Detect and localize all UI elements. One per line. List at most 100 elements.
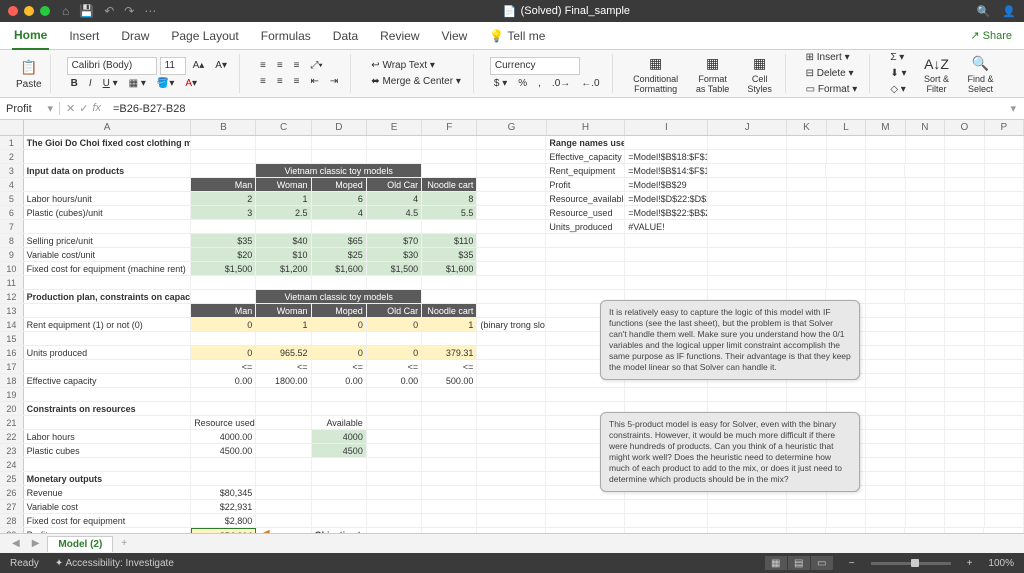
column-header[interactable]: N: [906, 120, 945, 135]
cell[interactable]: [906, 178, 946, 191]
cell[interactable]: [985, 206, 1024, 219]
cell[interactable]: [866, 192, 906, 205]
decrease-decimal-icon[interactable]: ←.0: [577, 76, 603, 91]
cell[interactable]: [625, 514, 708, 527]
cell[interactable]: [191, 290, 256, 303]
cell[interactable]: [985, 388, 1024, 401]
row-header[interactable]: 15: [0, 332, 24, 345]
cell[interactable]: [367, 332, 422, 345]
column-header[interactable]: L: [827, 120, 866, 135]
border-icon[interactable]: ▦ ▾: [125, 76, 150, 91]
cell[interactable]: $1,500: [191, 262, 256, 275]
cell[interactable]: [546, 514, 625, 527]
cell[interactable]: [945, 262, 985, 275]
cell[interactable]: [24, 304, 192, 317]
cell[interactable]: Resource used: [191, 416, 256, 429]
cell[interactable]: [708, 150, 787, 163]
cell[interactable]: [477, 430, 546, 443]
cell[interactable]: [477, 164, 546, 177]
cell[interactable]: [945, 304, 985, 317]
cell[interactable]: [422, 472, 477, 485]
clear-icon[interactable]: ◇ ▾: [886, 82, 910, 97]
cell[interactable]: [367, 136, 422, 149]
cell[interactable]: [708, 164, 787, 177]
row-header[interactable]: 23: [0, 444, 24, 457]
cell[interactable]: [256, 416, 311, 429]
format-as-table-icon[interactable]: ▦: [703, 54, 723, 74]
cell[interactable]: [708, 192, 787, 205]
cell[interactable]: [422, 528, 477, 533]
cell[interactable]: [708, 276, 787, 289]
cell[interactable]: [477, 304, 546, 317]
cell[interactable]: [477, 136, 546, 149]
column-header[interactable]: B: [191, 120, 256, 135]
cell[interactable]: [827, 514, 867, 527]
cell[interactable]: [191, 220, 256, 233]
cell[interactable]: [708, 206, 787, 219]
cell[interactable]: 5.5: [422, 206, 477, 219]
cell[interactable]: [906, 276, 946, 289]
cell[interactable]: [866, 304, 906, 317]
cell[interactable]: [422, 486, 477, 499]
row-header[interactable]: 11: [0, 276, 24, 289]
column-header[interactable]: O: [945, 120, 984, 135]
cell[interactable]: Effective_capacity: [546, 150, 625, 163]
cell[interactable]: Selling price/unit: [24, 234, 192, 247]
cell[interactable]: [906, 514, 946, 527]
cell[interactable]: [945, 360, 985, 373]
cell[interactable]: [985, 304, 1024, 317]
row-header[interactable]: 9: [0, 248, 24, 261]
cell[interactable]: [866, 486, 906, 499]
cell[interactable]: [256, 458, 311, 471]
zoom-level[interactable]: 100%: [988, 558, 1014, 569]
cell[interactable]: [827, 178, 867, 191]
column-headers[interactable]: ABCDEFGHIJKLMNOP: [0, 120, 1024, 136]
cell-styles-icon[interactable]: ▦: [750, 54, 770, 74]
cell[interactable]: [546, 234, 625, 247]
avatar-icon[interactable]: 👤: [1002, 5, 1016, 18]
row-header[interactable]: 4: [0, 178, 24, 191]
cell[interactable]: [866, 318, 906, 331]
cell[interactable]: [422, 388, 477, 401]
column-header[interactable]: G: [477, 120, 546, 135]
row-header[interactable]: 18: [0, 374, 24, 387]
cell[interactable]: [787, 500, 827, 513]
cell[interactable]: [625, 234, 708, 247]
row-header[interactable]: 25: [0, 472, 24, 485]
cell[interactable]: [906, 262, 946, 275]
cell[interactable]: [312, 220, 367, 233]
cell[interactable]: [546, 500, 625, 513]
cell[interactable]: The Gioi Do Choi fixed cost clothing mod…: [24, 136, 192, 149]
home-icon[interactable]: ⌂: [62, 4, 69, 18]
align-right-icon[interactable]: ≡: [290, 74, 304, 89]
cell[interactable]: [477, 472, 546, 485]
cell[interactable]: [827, 150, 867, 163]
cell[interactable]: [24, 178, 192, 191]
cell[interactable]: [477, 360, 546, 373]
cell[interactable]: [985, 290, 1024, 303]
cell[interactable]: [256, 430, 311, 443]
cell[interactable]: [367, 430, 422, 443]
cell[interactable]: [367, 472, 422, 485]
cell[interactable]: =Model!$D$22:$D$23: [625, 192, 708, 205]
row-header[interactable]: 20: [0, 402, 24, 415]
cell[interactable]: Objective to maximize: [312, 528, 367, 533]
cell[interactable]: [985, 472, 1024, 485]
sheet-nav-right-icon[interactable]: ▶: [28, 538, 44, 549]
cell[interactable]: [866, 346, 906, 359]
cell[interactable]: [985, 500, 1024, 513]
cell[interactable]: $30: [367, 248, 422, 261]
cell[interactable]: [827, 192, 867, 205]
cell[interactable]: [708, 500, 787, 513]
cell[interactable]: [826, 528, 866, 533]
currency-icon[interactable]: $ ▾: [490, 76, 511, 91]
cell[interactable]: [625, 528, 708, 533]
cell[interactable]: Fixed cost for equipment (machine rent): [24, 262, 192, 275]
cell[interactable]: [24, 332, 192, 345]
formula-input[interactable]: =B26-B27-B28: [107, 103, 1002, 115]
cell[interactable]: [422, 458, 477, 471]
row-header[interactable]: 16: [0, 346, 24, 359]
cell[interactable]: 0.00: [312, 374, 367, 387]
cell[interactable]: [866, 472, 906, 485]
cell[interactable]: =Model!$B$14:$F$14: [625, 164, 708, 177]
